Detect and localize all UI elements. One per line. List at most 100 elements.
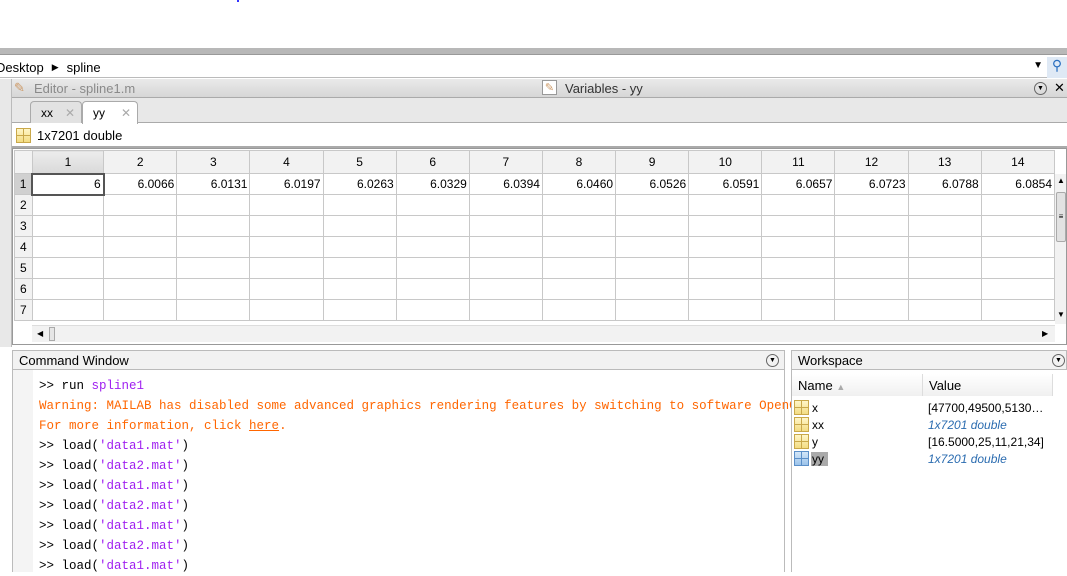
grid-cell[interactable]: [176, 299, 251, 321]
grid-cell[interactable]: [468, 257, 543, 279]
workspace-variable-y[interactable]: y [16.5000,25,11,21,34]: [792, 434, 1067, 451]
grid-cell[interactable]: 6.0460: [541, 173, 617, 195]
grid-cell[interactable]: [322, 236, 397, 258]
grid-cell[interactable]: [615, 257, 690, 279]
column-header[interactable]: 3: [176, 150, 251, 174]
close-icon[interactable]: ✕: [1054, 80, 1065, 96]
grid-cell[interactable]: [322, 278, 397, 300]
grid-cell[interactable]: [322, 194, 397, 216]
grid-cell[interactable]: 6.0131: [176, 173, 251, 195]
grid-cell[interactable]: 6.0657: [761, 173, 836, 195]
grid-cell[interactable]: [761, 299, 836, 321]
grid-cell[interactable]: [615, 215, 690, 237]
grid-cell[interactable]: [103, 299, 178, 321]
column-header-name[interactable]: Name ▲: [792, 374, 923, 396]
grid-cell[interactable]: [31, 236, 105, 258]
grid-cell[interactable]: [322, 215, 397, 237]
row-header[interactable]: 2: [14, 194, 33, 216]
workspace-variable-yy[interactable]: yy 1x7201 double: [792, 451, 1067, 468]
grid-cell[interactable]: [31, 215, 105, 237]
column-header[interactable]: 1: [31, 150, 105, 174]
grid-cell[interactable]: [249, 236, 324, 258]
grid-cell[interactable]: [249, 215, 324, 237]
grid-cell[interactable]: [395, 194, 470, 216]
column-header[interactable]: 11: [761, 150, 836, 174]
grid-cell[interactable]: [907, 215, 982, 237]
panel-menu-icon[interactable]: ▼: [1052, 354, 1065, 367]
grid-cell[interactable]: [541, 215, 617, 237]
grid-cell[interactable]: [907, 257, 982, 279]
breadcrumb-spline[interactable]: spline: [67, 60, 101, 75]
grid-cell[interactable]: [688, 215, 763, 237]
grid-cell[interactable]: [31, 278, 105, 300]
breadcrumb-desktop[interactable]: Desktop: [0, 60, 44, 75]
grid-cell[interactable]: [249, 194, 324, 216]
grid-cell[interactable]: [834, 215, 909, 237]
close-tab-icon[interactable]: ✕: [121, 106, 131, 120]
grid-cell[interactable]: [541, 236, 617, 258]
grid-cell[interactable]: [761, 257, 836, 279]
row-header[interactable]: 4: [14, 236, 33, 258]
grid-cell[interactable]: [176, 257, 251, 279]
grid-cell[interactable]: [834, 278, 909, 300]
workspace-panel[interactable]: Name ▲ Value x [47700,49500,5130… xx 1x7201…: [791, 370, 1067, 572]
grid-cell[interactable]: [761, 278, 836, 300]
here-link[interactable]: here: [249, 419, 279, 433]
grid-cell[interactable]: [103, 215, 178, 237]
scroll-left-icon[interactable]: ◀: [37, 329, 43, 338]
grid-cell[interactable]: [980, 299, 1055, 321]
grid-cell[interactable]: [907, 299, 982, 321]
grid-cell[interactable]: [31, 257, 105, 279]
grid-cell[interactable]: [249, 299, 324, 321]
grid-cell[interactable]: 6.0788: [907, 173, 982, 195]
grid-cell[interactable]: [541, 257, 617, 279]
grid-cell[interactable]: [176, 278, 251, 300]
grid-cell[interactable]: 6.0591: [688, 173, 763, 195]
row-header[interactable]: 6: [14, 278, 33, 300]
tab-xx[interactable]: xx ✕: [30, 101, 82, 123]
horizontal-scrollbar[interactable]: ◀ ▶: [32, 325, 1055, 342]
grid-cell[interactable]: 6: [31, 172, 105, 196]
editor-title[interactable]: Editor - spline1.m: [34, 81, 135, 96]
grid-cell[interactable]: [468, 215, 543, 237]
grid-cell[interactable]: 6.0066: [103, 173, 178, 195]
grid-cell[interactable]: [615, 194, 690, 216]
grid-cell[interactable]: [980, 257, 1055, 279]
scroll-up-icon[interactable]: ▲: [1057, 176, 1065, 185]
grid-cell[interactable]: [761, 194, 836, 216]
column-header[interactable]: 7: [468, 150, 543, 174]
column-header[interactable]: 6: [395, 150, 470, 174]
grid-cell[interactable]: [980, 194, 1055, 216]
grid-cell[interactable]: [322, 299, 397, 321]
grid-cell[interactable]: [980, 278, 1055, 300]
grid-cell[interactable]: [834, 194, 909, 216]
grid-cell[interactable]: [468, 278, 543, 300]
grid-cell[interactable]: [249, 278, 324, 300]
grid-cell[interactable]: [688, 194, 763, 216]
grid-cell[interactable]: [103, 257, 178, 279]
grid-cell[interactable]: [31, 299, 105, 321]
scroll-right-icon[interactable]: ▶: [1042, 329, 1048, 338]
grid-cell[interactable]: [615, 299, 690, 321]
grid-cell[interactable]: [468, 194, 543, 216]
grid-cell[interactable]: [761, 215, 836, 237]
scroll-down-icon[interactable]: ▼: [1057, 310, 1065, 319]
grid-cell[interactable]: [468, 299, 543, 321]
grid-cell[interactable]: [907, 278, 982, 300]
grid-cell[interactable]: [980, 236, 1055, 258]
grid-cell[interactable]: [834, 236, 909, 258]
column-header[interactable]: 5: [322, 150, 397, 174]
vertical-scrollbar[interactable]: ▲ ≡ ▼: [1055, 174, 1067, 324]
grid-cell[interactable]: [541, 194, 617, 216]
grid-cell[interactable]: 6.0329: [395, 173, 470, 195]
search-icon[interactable]: ⚲: [1047, 57, 1067, 78]
grid-cell[interactable]: [615, 278, 690, 300]
grid-cell[interactable]: [395, 215, 470, 237]
row-header[interactable]: 5: [14, 257, 33, 279]
address-bar[interactable]: Desktop ▶ spline ▼ ⚲: [0, 57, 1067, 78]
grid-cell[interactable]: [468, 236, 543, 258]
grid-cell[interactable]: [103, 278, 178, 300]
row-header[interactable]: 7: [14, 299, 33, 321]
grid-cell[interactable]: [834, 257, 909, 279]
grid-cell[interactable]: [103, 194, 178, 216]
